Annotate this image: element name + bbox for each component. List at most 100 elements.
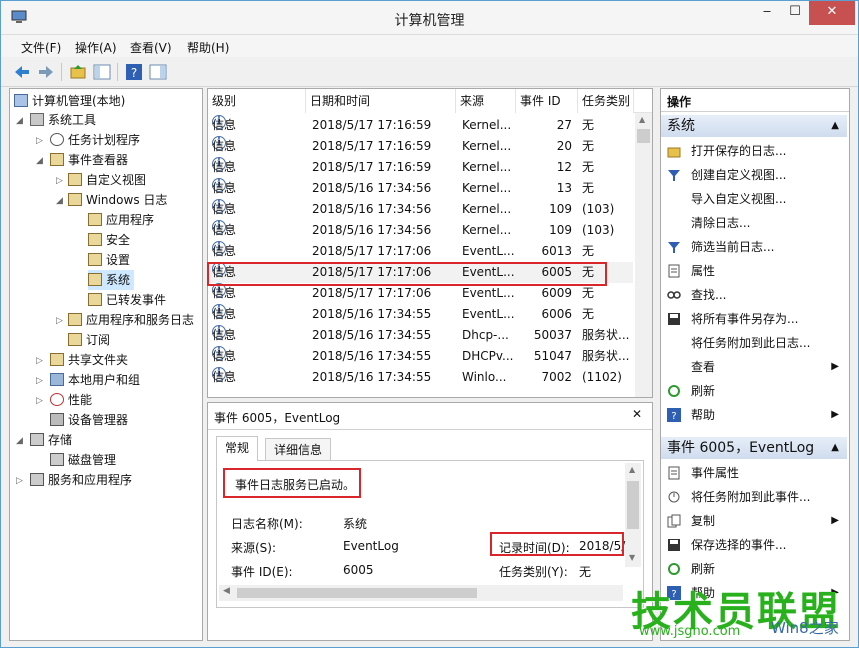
table-row[interactable]: i 信息 2018/5/16 17:34:56 Kernel... 13 无 <box>208 178 633 199</box>
action-item[interactable]: 复制 ▶ <box>661 509 847 533</box>
tree-item-storage[interactable]: 存储 <box>30 430 72 450</box>
action-item[interactable]: 创建自定义视图... <box>661 163 847 187</box>
column-event-id[interactable]: 事件 ID <box>516 89 578 113</box>
action-item[interactable]: 将任务附加到此事件... <box>661 485 847 509</box>
detail-close-button[interactable]: ✕ <box>632 407 642 421</box>
action-item[interactable]: 清除日志... <box>661 211 847 235</box>
table-row[interactable]: i 信息 2018/5/17 17:16:59 Kernel... 12 无 <box>208 157 633 178</box>
action-item[interactable]: ? 帮助 ▶ <box>661 403 847 427</box>
table-row[interactable]: i 信息 2018/5/16 17:34:56 Kernel... 109 (103) <box>208 220 633 241</box>
tree-item-application[interactable]: 应用程序 <box>88 210 154 230</box>
properties-icon <box>668 264 680 278</box>
tree-item-security[interactable]: 安全 <box>88 230 130 250</box>
tree-item-root[interactable]: 计算机管理(本地) <box>14 91 125 111</box>
tab-general[interactable]: 常规 <box>216 436 259 461</box>
menu-help[interactable]: 帮助(H) <box>187 39 229 56</box>
table-row[interactable]: i 信息 2018/5/16 17:34:55 EventL... 6006 无 <box>208 304 633 325</box>
collapse-icon[interactable]: ▷ <box>56 316 63 326</box>
action-item[interactable]: 刷新 <box>661 379 847 403</box>
collapse-icon[interactable]: ▷ <box>36 356 43 366</box>
tree-item-performance[interactable]: 性能 <box>50 390 92 410</box>
action-pane-icon[interactable] <box>149 63 167 81</box>
action-item[interactable]: 属性 <box>661 259 847 283</box>
category-cell: 无 <box>582 307 595 321</box>
tree-item-disk-management[interactable]: 磁盘管理 <box>50 450 116 470</box>
detail-hscroll-thumb[interactable] <box>237 588 477 598</box>
tree-item-apps-services-logs[interactable]: 应用程序和服务日志 <box>68 310 194 330</box>
collapse-icon[interactable]: ▷ <box>36 376 43 386</box>
expand-icon[interactable]: ◢ <box>16 116 23 126</box>
column-level[interactable]: 级别 <box>208 89 306 113</box>
tree-item-subscriptions[interactable]: 订阅 <box>68 330 110 350</box>
table-row[interactable]: i 信息 2018/5/16 17:34:55 DHCPv... 51047 服务状... <box>208 346 633 367</box>
event-list-scrollbar[interactable]: ▲ <box>635 113 652 397</box>
action-label: 刷新 <box>691 384 716 398</box>
tree-item-local-users[interactable]: 本地用户和组 <box>50 370 140 390</box>
detail-hscrollbar[interactable]: ◀ <box>219 585 623 601</box>
datetime-cell: 2018/5/16 17:34:56 <box>312 202 432 216</box>
column-datetime[interactable]: 日期和时间 <box>306 89 456 113</box>
help-icon[interactable]: ? <box>125 63 143 81</box>
tree-item-device-manager[interactable]: 设备管理器 <box>50 410 128 430</box>
action-item[interactable]: 筛选当前日志... <box>661 235 847 259</box>
action-item[interactable]: 查看 ▶ <box>661 355 847 379</box>
table-row[interactable]: i 信息 2018/5/16 17:34:56 Kernel... 109 (103) <box>208 199 633 220</box>
expand-icon[interactable]: ◢ <box>16 436 23 446</box>
tree-item-custom-views[interactable]: 自定义视图 <box>68 170 146 190</box>
tree-item-forwarded-events[interactable]: 已转发事件 <box>88 290 166 310</box>
source-cell: Winlo... <box>462 370 507 384</box>
actions-section-system[interactable]: 系统 ▲ <box>661 115 847 137</box>
table-row[interactable]: i 信息 2018/5/17 17:17:06 EventL... 6009 无 <box>208 283 633 304</box>
message-scroll-thumb[interactable] <box>627 481 639 529</box>
action-label: 清除日志... <box>691 216 751 230</box>
action-item[interactable]: 导入自定义视图... <box>661 187 847 211</box>
event-id-cell: 109 <box>549 223 572 237</box>
device-manager-icon <box>50 413 64 426</box>
log-name-label: 日志名称(M): <box>231 517 303 531</box>
table-row[interactable]: i 信息 2018/5/17 17:17:06 EventL... 6013 无 <box>208 241 633 262</box>
action-item[interactable]: 刷新 <box>661 557 847 581</box>
menu-action[interactable]: 操作(A) <box>75 39 117 56</box>
column-task-category[interactable]: 任务类别 <box>578 89 634 113</box>
event-id-cell: 13 <box>556 181 572 195</box>
expand-icon[interactable]: ◢ <box>56 196 63 206</box>
up-folder-icon[interactable] <box>69 63 87 81</box>
table-row[interactable]: i 信息 2018/5/16 17:34:55 Dhcp-... 50037 服务状... <box>208 325 633 346</box>
action-item[interactable]: 将任务附加到此日志... <box>661 331 847 355</box>
table-row[interactable]: i 信息 2018/5/17 17:16:59 Kernel... 20 无 <box>208 136 633 157</box>
collapse-icon[interactable]: ▷ <box>36 136 43 146</box>
tree-item-setup[interactable]: 设置 <box>88 250 130 270</box>
tree-item-system-tools[interactable]: 系统工具 <box>30 110 96 130</box>
forward-arrow-icon[interactable] <box>37 63 55 81</box>
collapse-icon[interactable]: ▷ <box>36 396 43 406</box>
tree-item-shared-folders[interactable]: 共享文件夹 <box>50 350 128 370</box>
tree-item-services-apps[interactable]: 服务和应用程序 <box>30 470 132 490</box>
expand-icon[interactable]: ◢ <box>36 156 43 166</box>
menu-file[interactable]: 文件(F) <box>21 39 61 56</box>
action-item[interactable]: 打开保存的日志... <box>661 139 847 163</box>
menu-view[interactable]: 查看(V) <box>130 39 172 56</box>
action-item[interactable]: 将所有事件另存为... <box>661 307 847 331</box>
column-source[interactable]: 来源 <box>456 89 516 113</box>
show-hide-tree-icon[interactable] <box>93 63 111 81</box>
table-row[interactable]: i 信息 2018/5/16 17:34:55 Winlo... 7002 (1102) <box>208 367 633 388</box>
back-arrow-icon[interactable] <box>13 63 31 81</box>
action-item[interactable]: 保存选择的事件... <box>661 533 847 557</box>
tree-item-system[interactable]: 系统 <box>88 270 135 290</box>
scroll-thumb[interactable] <box>637 129 650 143</box>
maximize-button[interactable]: ☐ <box>781 1 809 25</box>
minimize-button[interactable]: ‒ <box>753 1 781 25</box>
collapse-icon[interactable]: ▷ <box>56 176 63 186</box>
tree-item-windows-logs[interactable]: Windows 日志 <box>68 190 167 210</box>
tab-details[interactable]: 详细信息 <box>265 438 332 462</box>
category-cell: (1102) <box>582 370 622 384</box>
close-button[interactable]: ✕ <box>809 1 855 25</box>
message-scrollbar[interactable]: ▲ ▼ <box>625 463 641 567</box>
tree-item-task-scheduler[interactable]: 任务计划程序 <box>50 130 140 150</box>
collapse-icon[interactable]: ▷ <box>16 476 23 486</box>
actions-section-event[interactable]: 事件 6005，EventLog ▲ <box>661 437 847 459</box>
table-row[interactable]: i 信息 2018/5/17 17:16:59 Kernel... 27 无 <box>208 115 633 136</box>
action-item[interactable]: 查找... <box>661 283 847 307</box>
tree-item-event-viewer[interactable]: 事件查看器 <box>50 150 128 170</box>
action-item[interactable]: 事件属性 <box>661 461 847 485</box>
